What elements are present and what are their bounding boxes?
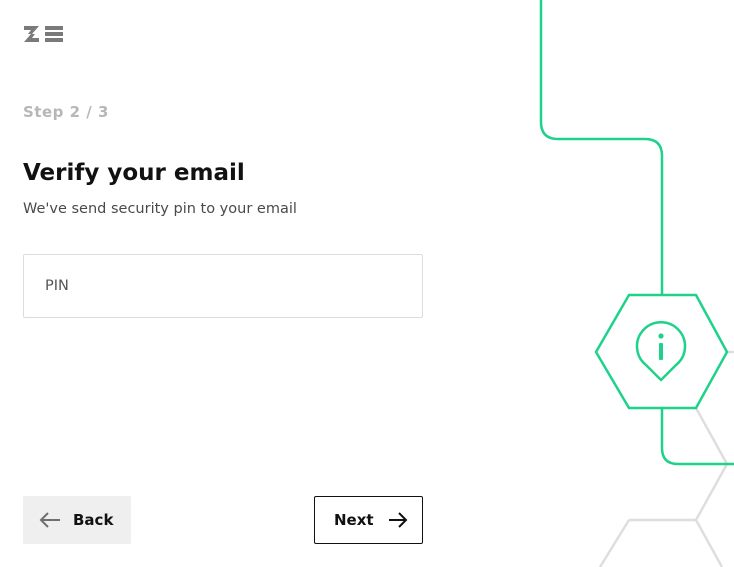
ze-logo-icon: [24, 26, 63, 42]
back-button[interactable]: Back: [23, 496, 131, 544]
page-subtitle: We've send security pin to your email: [23, 201, 297, 217]
decorative-circuit-graphic: [539, 0, 734, 567]
pin-input[interactable]: [23, 254, 423, 318]
arrow-right-icon: [388, 512, 407, 528]
next-button[interactable]: Next: [314, 496, 423, 544]
page-title: Verify your email: [23, 160, 245, 186]
back-button-label: Back: [73, 511, 114, 529]
step-indicator: Step 2 / 3: [23, 103, 109, 121]
circuit-line: [539, 0, 664, 295]
arrow-left-icon: [39, 512, 60, 528]
next-button-label: Next: [334, 511, 374, 529]
